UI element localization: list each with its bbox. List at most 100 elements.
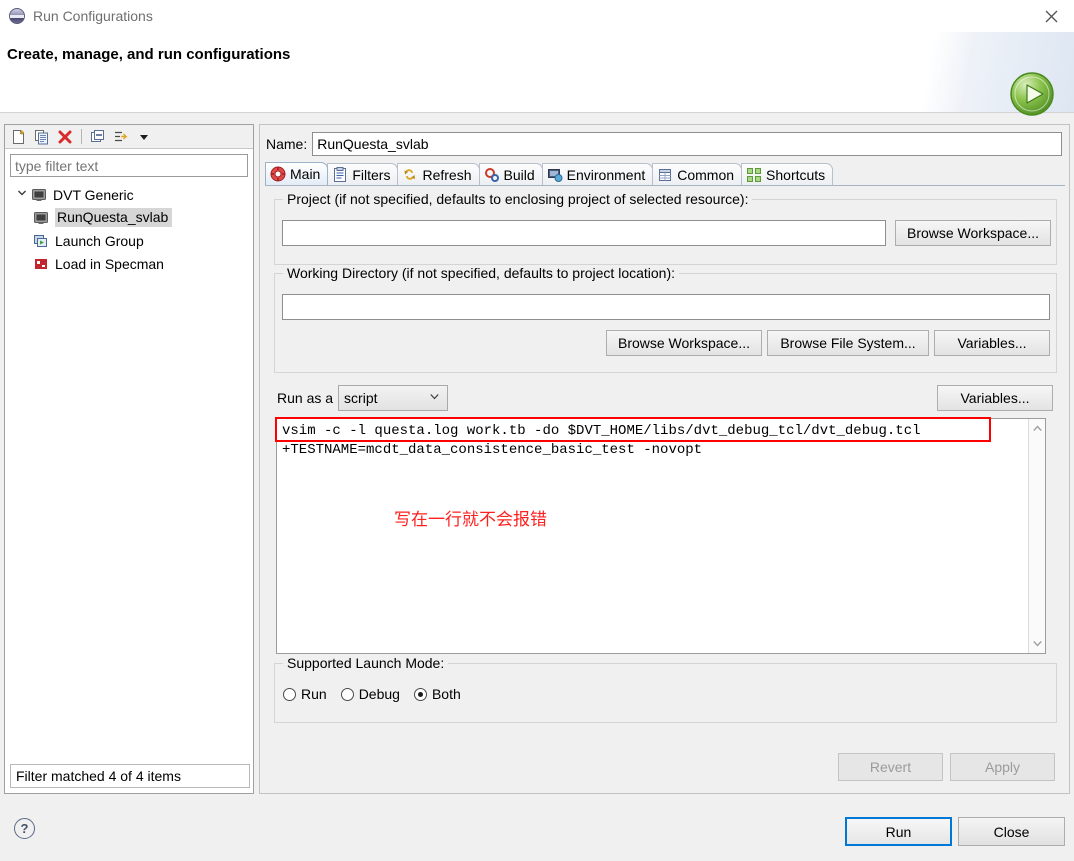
toolbar-separator — [81, 129, 82, 144]
environment-icon — [547, 167, 563, 183]
monitor-icon — [33, 210, 49, 226]
annotation-text: 写在一行就不会报错 — [394, 510, 547, 530]
close-button[interactable]: Close — [958, 817, 1065, 846]
tab-label: Shortcuts — [766, 166, 826, 183]
project-browse-workspace-button[interactable]: Browse Workspace... — [895, 220, 1051, 246]
radio-label: Both — [431, 686, 461, 702]
tree-item-runquesta-svlab[interactable]: RunQuesta_svlab — [5, 206, 253, 229]
main-target-icon — [270, 166, 286, 182]
tree-item-dvt-generic[interactable]: DVT Generic — [5, 183, 253, 206]
window-title: Run Configurations — [33, 8, 153, 24]
apply-button[interactable]: Apply — [950, 753, 1055, 781]
configurations-tree-panel: DVT Generic RunQuesta_svlab — [4, 124, 254, 794]
monitor-icon — [31, 187, 47, 203]
filter-icon[interactable] — [111, 127, 131, 147]
script-textarea[interactable]: vsim -c -l questa.log work.tb -do $DVT_H… — [275, 417, 1046, 654]
radio-both[interactable]: Both — [413, 686, 461, 702]
view-menu-arrow-icon[interactable] — [134, 127, 154, 147]
run-button[interactable]: Run — [845, 817, 952, 846]
tab-label: Environment — [566, 166, 646, 183]
workdir-browse-filesystem-button[interactable]: Browse File System... — [767, 330, 929, 356]
tab-label: Build — [503, 166, 535, 183]
tree-item-label: RunQuesta_svlab — [55, 208, 173, 227]
radio-label: Run — [301, 686, 327, 702]
tab-environment[interactable]: Environment — [541, 163, 654, 185]
radio-run[interactable]: Run — [283, 686, 327, 702]
close-icon[interactable] — [1028, 0, 1074, 32]
tree-item-label: DVT Generic — [53, 186, 134, 203]
name-label: Name: — [266, 136, 308, 152]
eclipse-run-icon — [9, 8, 25, 24]
duplicate-configuration-icon[interactable] — [32, 127, 52, 147]
run-as-selected-value: script — [344, 390, 378, 406]
specman-icon — [33, 256, 49, 272]
tree-item-label: Load in Specman — [55, 255, 164, 272]
run-as-select[interactable]: script — [338, 385, 449, 411]
working-directory-group-title: Working Directory (if not specified, def… — [283, 265, 680, 281]
scroll-down-icon[interactable] — [1029, 635, 1046, 652]
tab-label: Filters — [352, 166, 391, 183]
new-configuration-icon[interactable] — [9, 127, 29, 147]
help-glyph: ? — [20, 821, 29, 836]
launch-mode-title: Supported Launch Mode: — [283, 655, 449, 671]
tab-refresh[interactable]: Refresh — [397, 163, 480, 185]
run-as-variables-button[interactable]: Variables... — [937, 385, 1053, 411]
launch-configurations-tree: DVT Generic RunQuesta_svlab Launch Group… — [5, 183, 253, 275]
green-run-play-icon — [1008, 70, 1056, 118]
workdir-variables-button[interactable]: Variables... — [934, 330, 1050, 356]
tab-build[interactable]: Build — [478, 163, 543, 185]
delete-configuration-icon[interactable] — [55, 127, 75, 147]
tab-bar: Main Filters Refresh Build Environment C… — [265, 162, 1065, 186]
collapse-all-icon[interactable] — [88, 127, 108, 147]
tab-main[interactable]: Main — [265, 162, 329, 185]
filter-status-text: Filter matched 4 of 4 items — [16, 768, 181, 784]
chevron-down-icon[interactable] — [13, 188, 31, 201]
name-row: Name: — [266, 132, 1062, 156]
radio-indicator — [340, 687, 354, 701]
title-bar: Run Configurations — [0, 0, 1074, 32]
project-group-title: Project (if not specified, defaults to e… — [283, 191, 753, 207]
radio-debug[interactable]: Debug — [340, 686, 400, 702]
run-as-label: Run as a — [277, 390, 334, 406]
build-gears-icon — [484, 167, 500, 183]
run-configurations-dialog: Run Configurations Create, manage, and r… — [0, 0, 1074, 861]
tree-item-launch-group[interactable]: Launch Group — [5, 229, 253, 252]
script-line-1: vsim -c -l questa.log work.tb -do $DVT_H… — [282, 423, 921, 439]
help-icon[interactable]: ? — [14, 818, 35, 839]
workdir-browse-workspace-button[interactable]: Browse Workspace... — [606, 330, 762, 356]
script-line-2: +TESTNAME=mcdt_data_consistence_basic_te… — [282, 442, 703, 458]
launch-mode-radios: Run Debug Both — [283, 686, 461, 702]
project-input[interactable] — [282, 220, 886, 246]
shortcuts-icon — [746, 167, 762, 183]
scroll-up-icon[interactable] — [1029, 420, 1046, 437]
radio-indicator — [283, 687, 296, 701]
tab-shortcuts[interactable]: Shortcuts — [741, 163, 834, 185]
launch-group-icon — [33, 233, 49, 249]
tree-item-label: Launch Group — [55, 232, 144, 249]
filter-input[interactable] — [10, 154, 248, 177]
tab-label: Main — [290, 166, 321, 182]
script-scrollbar[interactable] — [1028, 419, 1045, 653]
radio-indicator — [413, 687, 427, 701]
tab-label: Refresh — [422, 166, 472, 183]
name-input[interactable] — [312, 132, 1062, 156]
working-directory-group: Working Directory (if not specified, def… — [274, 265, 1057, 373]
filter-status-bar: Filter matched 4 of 4 items — [10, 764, 250, 788]
close-x-glyph — [1045, 10, 1057, 22]
common-table-icon — [657, 167, 673, 183]
dialog-header: Create, manage, and run configurations — [0, 32, 1074, 116]
refresh-icon — [402, 167, 418, 183]
project-group: Project (if not specified, defaults to e… — [274, 191, 1057, 265]
tab-label: Common — [677, 166, 735, 183]
tree-item-load-in-specman[interactable]: Load in Specman — [5, 252, 253, 275]
filters-list-icon — [332, 166, 348, 183]
tab-filters[interactable]: Filters — [327, 163, 399, 185]
tree-toolbar — [5, 125, 253, 149]
chevron-down-icon — [430, 393, 439, 403]
run-as-row: Run as a script Variables... — [277, 385, 1053, 411]
working-directory-input[interactable] — [282, 294, 1050, 320]
supported-launch-mode-group: Supported Launch Mode: Run Debug Both — [274, 655, 1057, 723]
radio-label: Debug — [358, 686, 400, 702]
revert-button[interactable]: Revert — [838, 753, 943, 781]
tab-common[interactable]: Common — [652, 163, 743, 185]
